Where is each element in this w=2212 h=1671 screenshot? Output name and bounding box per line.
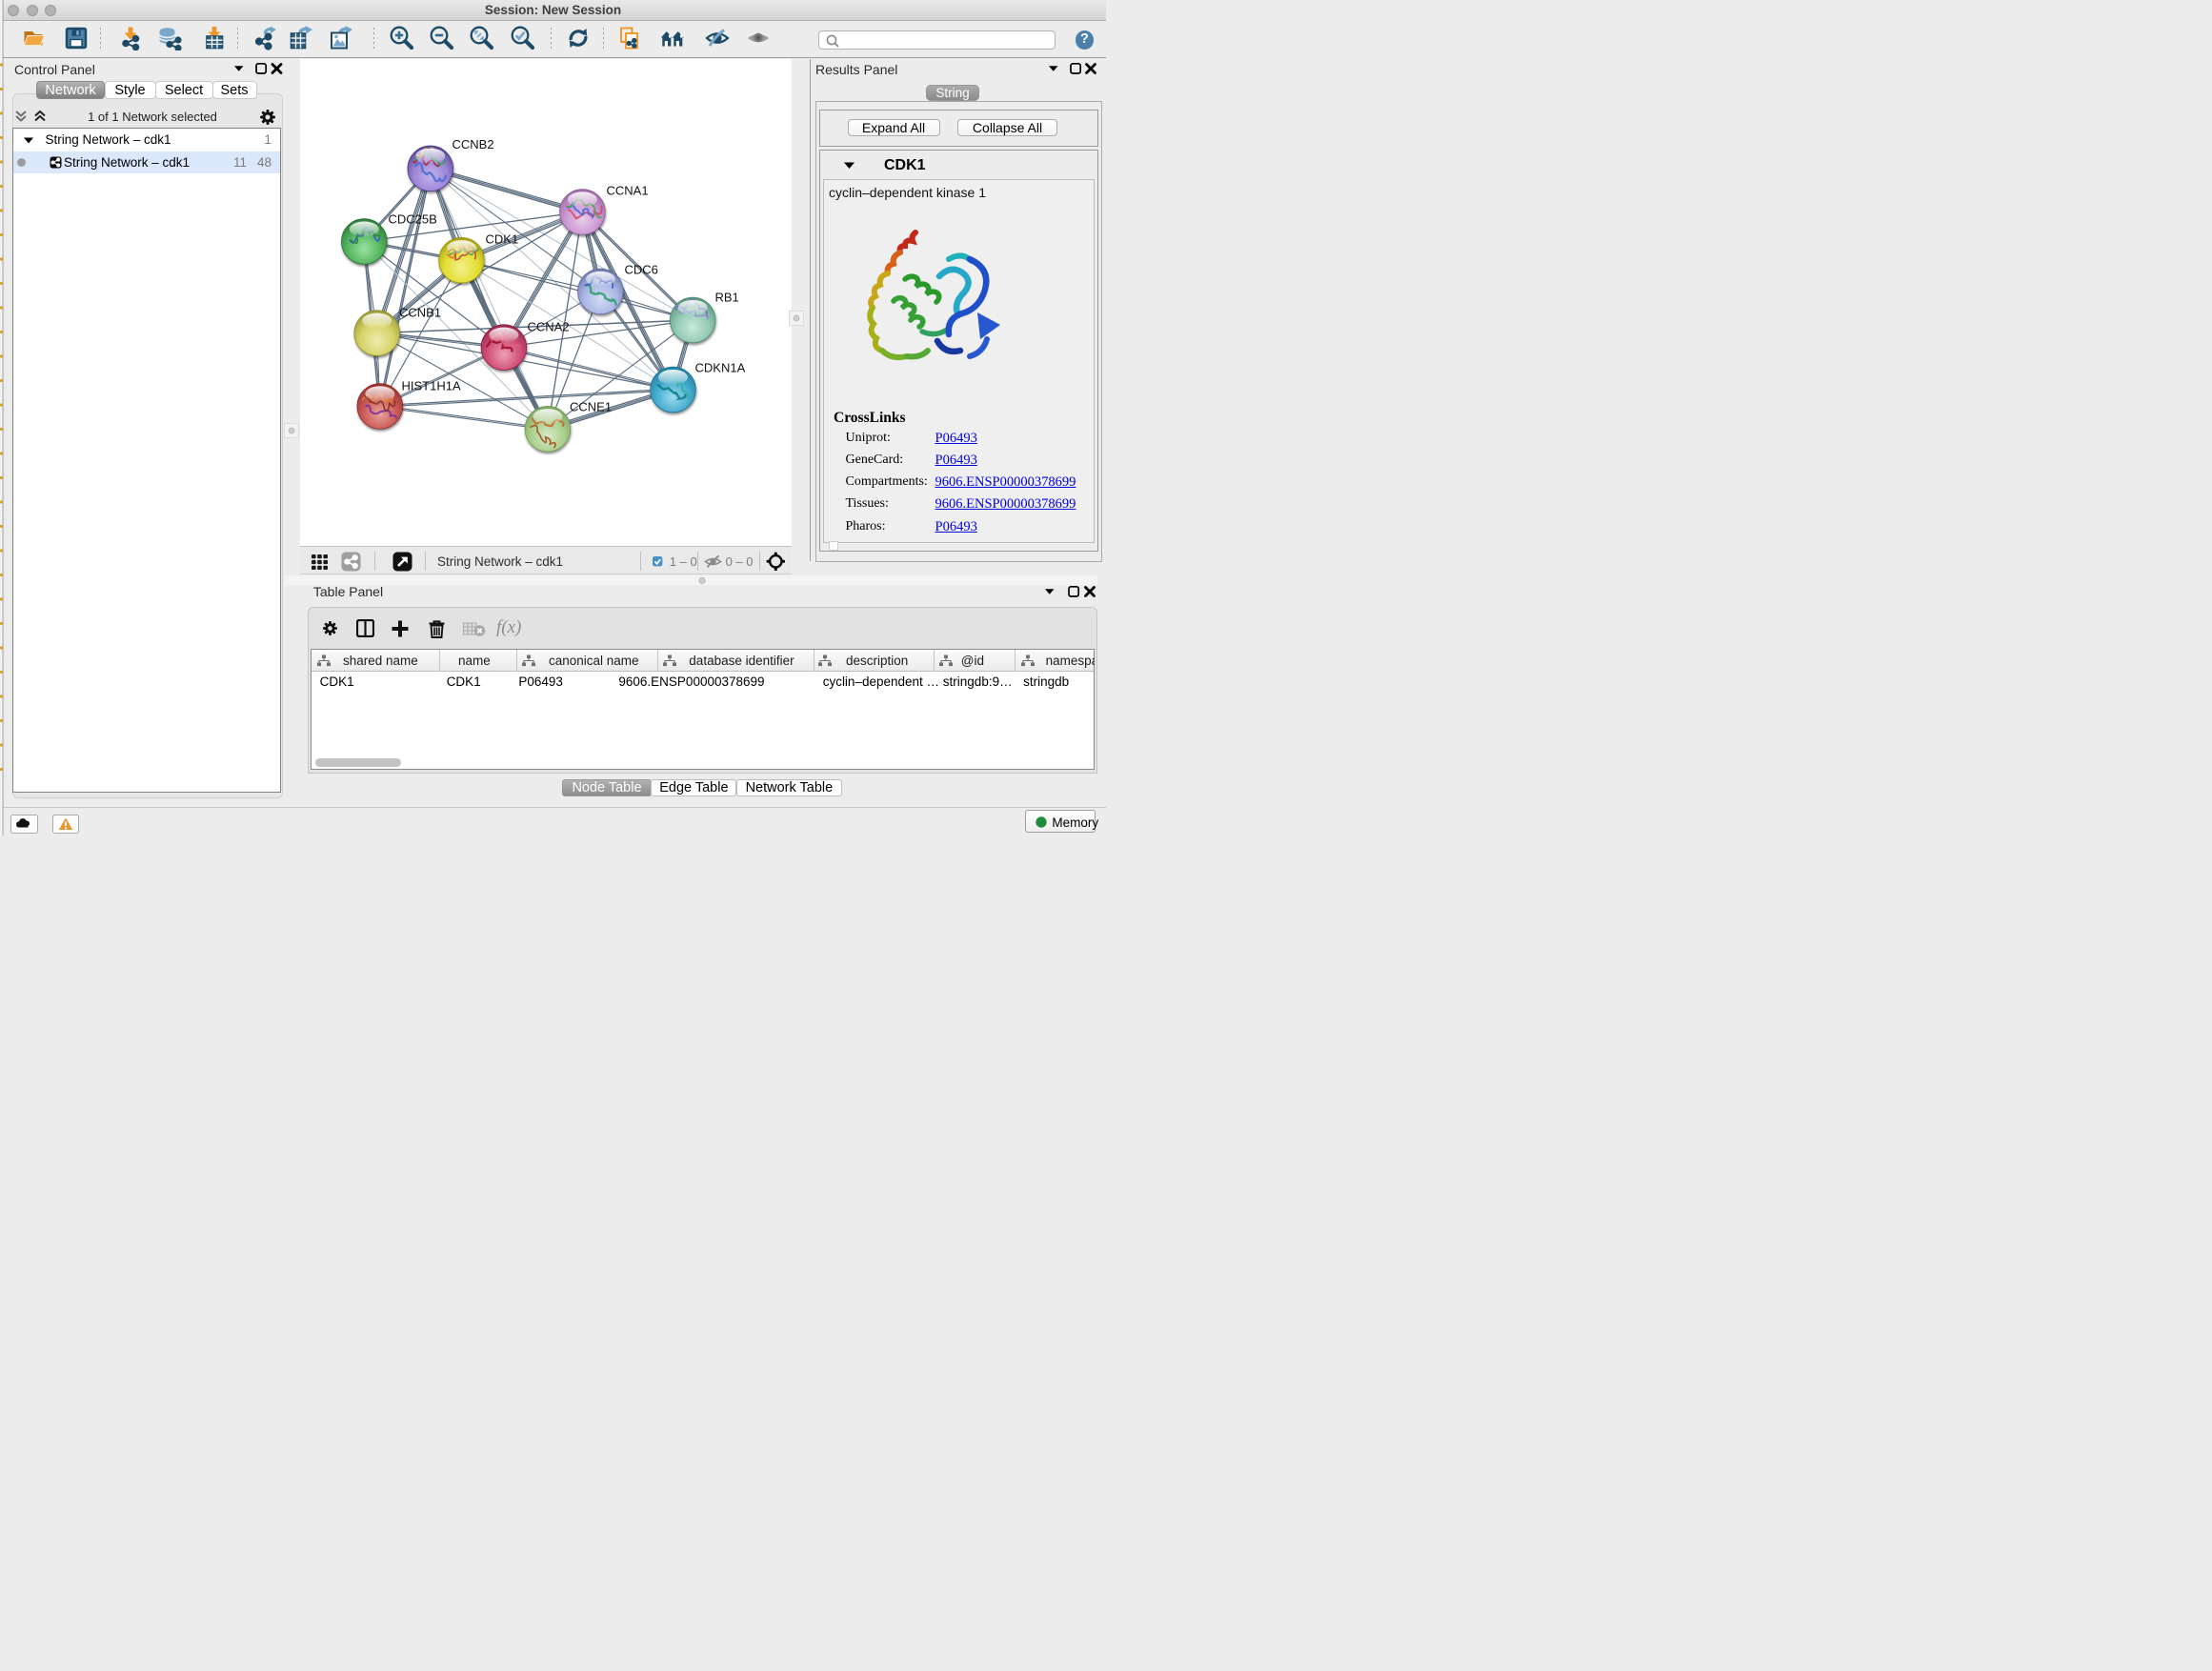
svg-text:CDC25B: CDC25B xyxy=(389,212,437,227)
svg-text:CDC6: CDC6 xyxy=(625,263,658,277)
svg-text:CCNA1: CCNA1 xyxy=(607,184,649,198)
svg-text:CDK1: CDK1 xyxy=(486,232,519,247)
svg-text:HIST1H1A: HIST1H1A xyxy=(402,379,461,393)
svg-text:CCNA2: CCNA2 xyxy=(528,320,570,334)
svg-text:CCNB2: CCNB2 xyxy=(452,137,494,151)
svg-text:CCNE1: CCNE1 xyxy=(570,400,612,414)
svg-text:CDKN1A: CDKN1A xyxy=(695,361,746,375)
svg-text:RB1: RB1 xyxy=(715,291,739,305)
svg-text:CCNB1: CCNB1 xyxy=(399,306,441,320)
